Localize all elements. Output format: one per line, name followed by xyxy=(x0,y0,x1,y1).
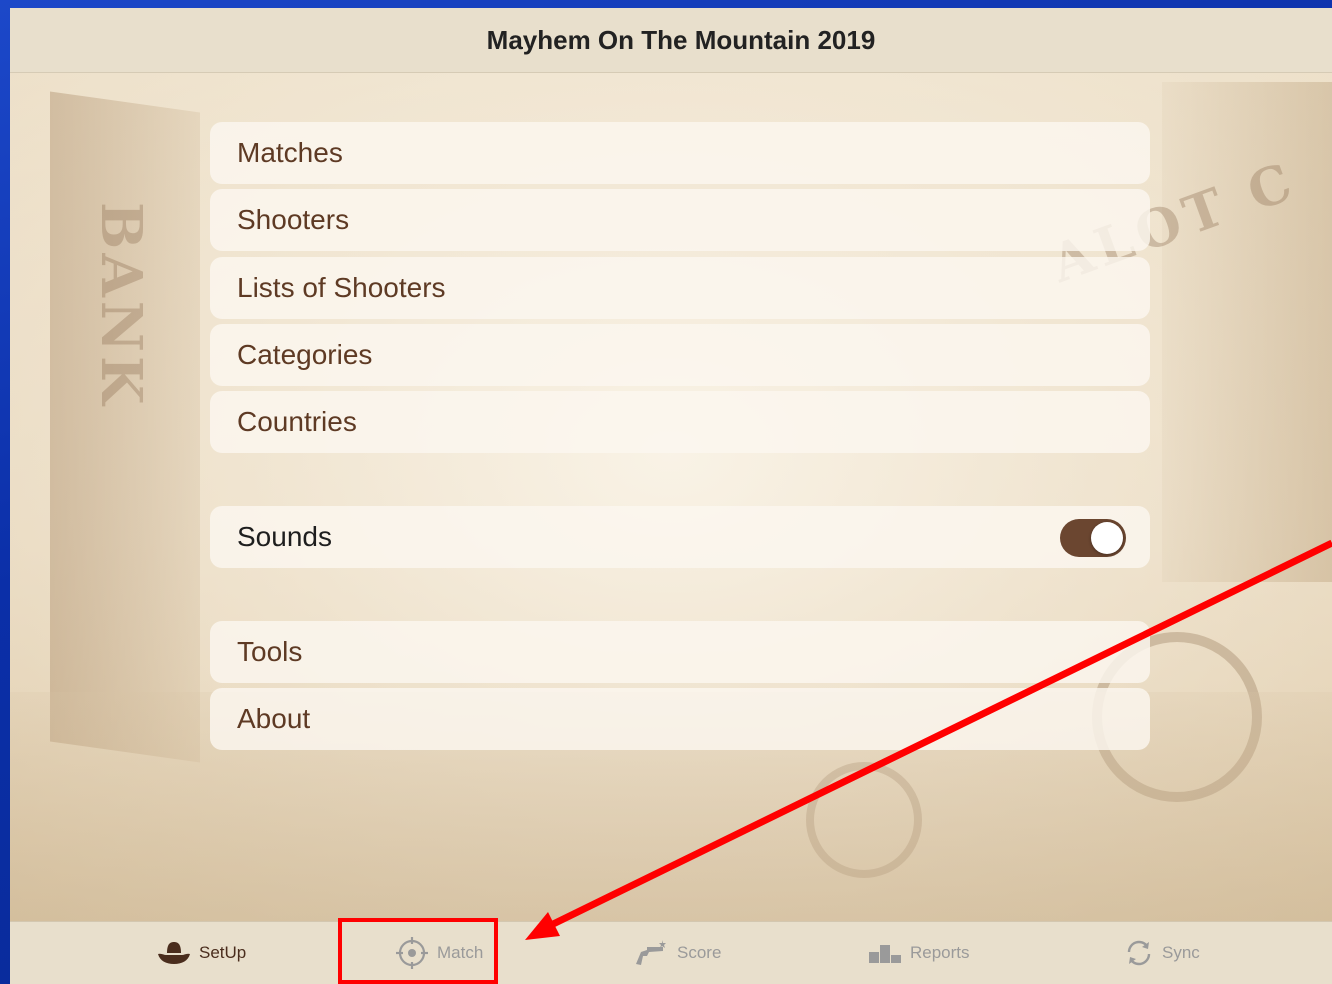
menu-item-countries[interactable]: Countries xyxy=(210,391,1150,453)
cowboy-hat-icon xyxy=(157,940,191,966)
annotation-highlight-box xyxy=(338,918,498,984)
tab-setup[interactable]: SetUp xyxy=(157,922,246,984)
tab-sync-label: Sync xyxy=(1162,943,1200,962)
page-title: Mayhem On The Mountain 2019 xyxy=(486,24,876,55)
tab-reports-label: Reports xyxy=(910,943,970,962)
background-building-left xyxy=(50,91,200,763)
toggle-knob xyxy=(1091,522,1123,554)
background-bank-sign: BANK xyxy=(88,202,154,409)
tab-setup-label: SetUp xyxy=(199,943,247,962)
menu-item-about[interactable]: About xyxy=(210,688,1150,750)
podium-icon xyxy=(868,941,902,965)
tab-bar: SetUp Match Score Reports Sync xyxy=(10,921,1332,984)
menu-item-tools[interactable]: Tools xyxy=(210,621,1150,683)
background-building-right xyxy=(1162,82,1332,582)
sync-icon xyxy=(1124,938,1154,968)
tab-score-label: Score xyxy=(677,943,722,962)
tab-reports[interactable]: Reports xyxy=(868,922,970,984)
sounds-label: Sounds xyxy=(237,521,332,552)
sounds-row: Sounds xyxy=(210,506,1150,568)
menu-item-shooters[interactable]: Shooters xyxy=(210,189,1150,251)
sounds-toggle[interactable] xyxy=(1060,519,1126,557)
menu-item-categories[interactable]: Categories xyxy=(210,324,1150,386)
app-window: BANK ALOT C Mayhem On The Mountain 2019 … xyxy=(10,8,1332,984)
revolver-icon xyxy=(633,938,669,968)
tab-score[interactable]: Score xyxy=(633,922,721,984)
menu-item-lists-of-shooters[interactable]: Lists of Shooters xyxy=(210,257,1150,319)
navigation-bar: Mayhem On The Mountain 2019 xyxy=(10,8,1332,73)
menu-item-matches[interactable]: Matches xyxy=(210,122,1150,184)
tab-sync[interactable]: Sync xyxy=(1124,922,1200,984)
